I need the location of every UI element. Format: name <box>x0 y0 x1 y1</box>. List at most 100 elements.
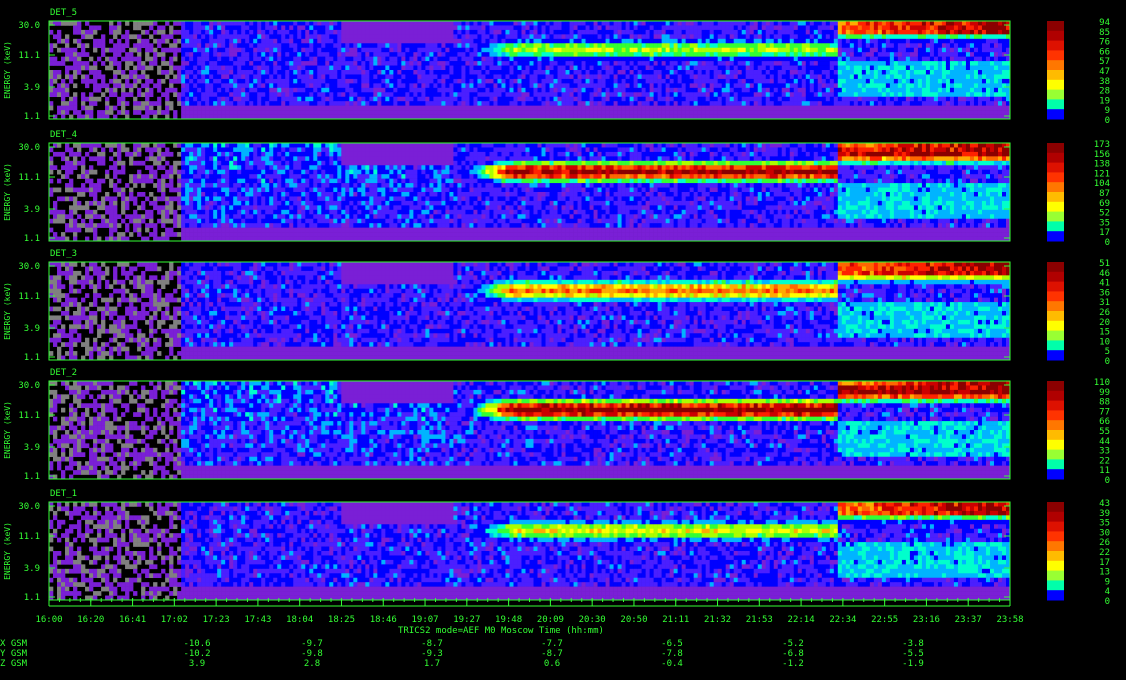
spectrogram-cell <box>249 101 253 106</box>
spectrogram-cell <box>690 21 694 26</box>
spectrogram-cell <box>509 101 513 106</box>
spectrogram-cell <box>582 39 586 44</box>
spectrogram-cell <box>986 57 990 62</box>
spectrogram-cell <box>181 39 185 44</box>
spectrogram-cell <box>966 97 970 102</box>
spectrogram-cell <box>229 52 233 57</box>
spectrogram-cell <box>766 57 770 62</box>
spectrogram-cell <box>654 101 658 106</box>
spectrogram-cell <box>353 57 357 62</box>
spectrogram-cell <box>201 21 205 26</box>
spectrogram-cell <box>914 57 918 62</box>
spectrogram-cell <box>818 66 822 71</box>
spectrogram-cell <box>185 92 189 97</box>
spectrogram-cell <box>642 70 646 75</box>
spectrogram-cell <box>221 57 225 62</box>
spectrogram-cell <box>634 74 638 79</box>
spectrogram-cell <box>754 66 758 71</box>
spectrogram-cell <box>926 21 930 26</box>
spectrogram-cell <box>397 52 401 57</box>
spectrogram-cell <box>53 57 57 62</box>
spectrogram-cell <box>193 48 197 53</box>
spectrogram-cell <box>393 106 397 111</box>
spectrogram-cell <box>365 79 369 84</box>
spectrogram-cell <box>141 74 145 79</box>
spectrogram-cell <box>449 43 453 48</box>
spectrogram-cell <box>898 57 902 62</box>
spectrogram-cell <box>433 61 437 66</box>
spectrogram-cell <box>205 43 209 48</box>
spectrogram-cell <box>389 61 393 66</box>
spectrogram-cell <box>417 57 421 62</box>
spectrogram-cell <box>201 70 205 75</box>
spectrogram-cell <box>526 66 530 71</box>
spectrogram-cell <box>453 43 457 48</box>
spectrogram-cell <box>261 110 265 115</box>
spectrogram-cell <box>201 61 205 66</box>
spectrogram-cell <box>217 70 221 75</box>
spectrogram-cell <box>1002 106 1006 111</box>
spectrogram-cell <box>794 79 798 84</box>
spectrogram-cell <box>477 66 481 71</box>
spectrogram-cell <box>181 106 185 111</box>
spectrogram-cell <box>990 66 994 71</box>
spectrogram-cell <box>473 34 477 39</box>
spectrogram-cell <box>493 25 497 30</box>
spectrogram-cell <box>778 97 782 102</box>
spectrogram-cell <box>197 74 201 79</box>
spectrogram-cell <box>854 52 858 57</box>
spectrogram-cell <box>241 34 245 39</box>
spectrogram-cell <box>526 88 530 93</box>
spectrogram-cell <box>822 21 826 26</box>
spectrogram-cell <box>958 52 962 57</box>
spectrogram-cell <box>538 39 542 44</box>
spectrogram-cell <box>505 21 509 26</box>
spectrogram-cell <box>145 74 149 79</box>
spectrogram-cell <box>389 34 393 39</box>
spectrogram-cell <box>914 25 918 30</box>
spectrogram-cell <box>610 101 614 106</box>
spectrogram-cell <box>934 21 938 26</box>
spectrogram-cell <box>209 88 213 93</box>
spectrogram-cell <box>425 101 429 106</box>
spectrogram-cell <box>229 92 233 97</box>
spectrogram-cell <box>253 92 257 97</box>
spectrogram-cell <box>562 70 566 75</box>
spectrogram-cell <box>49 92 53 97</box>
spectrogram-cell <box>890 48 894 53</box>
spectrogram-cell <box>193 61 197 66</box>
spectrogram-cell <box>578 97 582 102</box>
spectrogram-cell <box>958 110 962 115</box>
spectrogram-cell <box>281 30 285 35</box>
spectrogram-cell <box>129 34 133 39</box>
spectrogram-cell <box>946 88 950 93</box>
spectrogram-cell <box>802 61 806 66</box>
spectrogram-cell <box>706 30 710 35</box>
spectrogram-cell <box>393 97 397 102</box>
spectrogram-cell <box>105 48 109 53</box>
spectrogram-cell <box>726 61 730 66</box>
spectrogram-cell <box>293 61 297 66</box>
spectrogram-cell <box>690 61 694 66</box>
spectrogram-cell <box>634 21 638 26</box>
spectrogram-cell <box>902 97 906 102</box>
spectrogram-cell <box>473 25 477 30</box>
spectrogram-cell <box>890 79 894 84</box>
spectrogram-cell <box>237 21 241 26</box>
spectrogram-cell <box>469 74 473 79</box>
spectrogram-cell <box>682 88 686 93</box>
spectrogram-cell <box>321 34 325 39</box>
spectrogram-cell <box>241 74 245 79</box>
spectrogram-cell <box>658 97 662 102</box>
spectrogram-cell <box>714 110 718 115</box>
spectrogram-cell <box>722 106 726 111</box>
spectrogram-cell <box>117 25 121 30</box>
spectrogram-cell <box>922 97 926 102</box>
spectrogram-cell <box>237 66 241 71</box>
spectrogram-cell <box>978 66 982 71</box>
spectrogram-cell <box>654 21 658 26</box>
spectrogram-cell <box>225 48 229 53</box>
spectrogram-cell <box>742 52 746 57</box>
spectrogram-cell <box>718 110 722 115</box>
spectrogram-cell <box>658 25 662 30</box>
